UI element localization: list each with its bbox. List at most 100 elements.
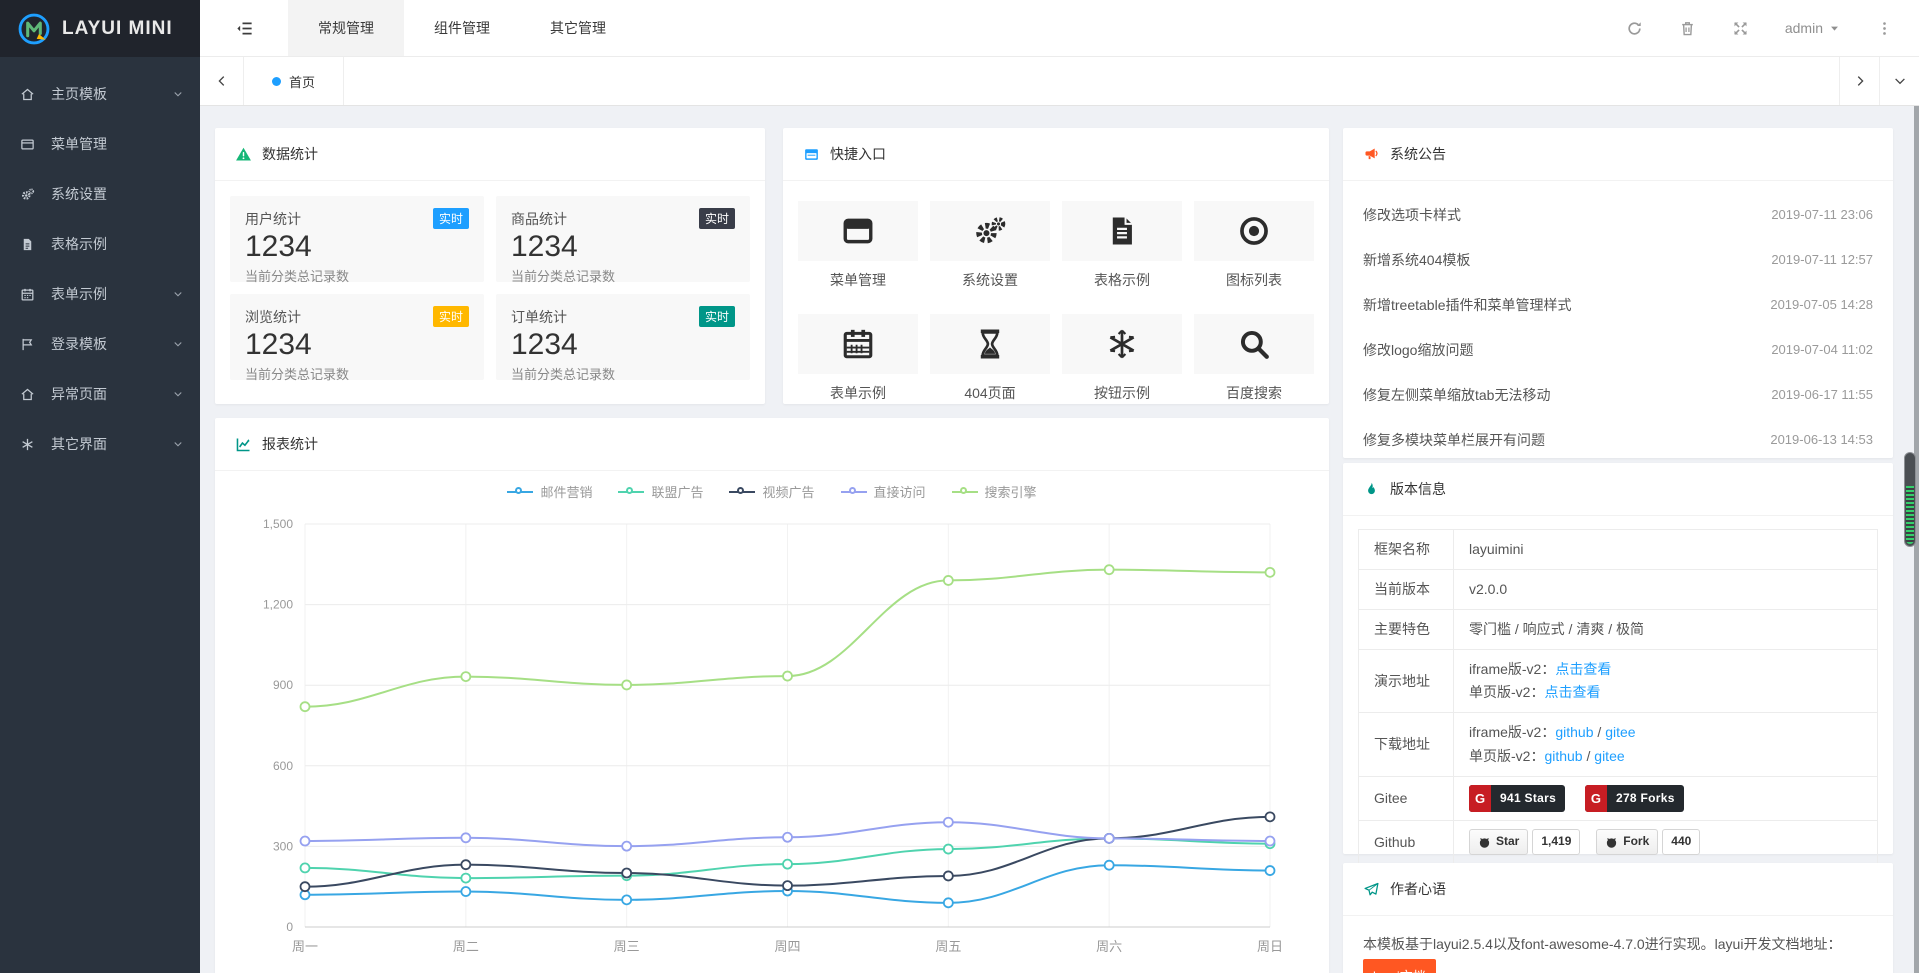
- quick-item-icons[interactable]: 图标列表: [1194, 201, 1314, 290]
- card-header: 版本信息: [1343, 463, 1893, 516]
- realtime-badge: 实时: [699, 208, 735, 229]
- version-row-label: 下载地址: [1359, 713, 1454, 776]
- window-restore-icon: [803, 146, 820, 163]
- gitee-icon: G: [1585, 785, 1607, 813]
- notice-item[interactable]: 新增treetable插件和菜单管理样式2019-07-05 14:28: [1363, 282, 1873, 327]
- chevron-down-icon: [172, 288, 184, 300]
- flag-icon: [20, 337, 44, 352]
- sidebar-item-error-pages[interactable]: 异常页面: [0, 369, 200, 419]
- quick-item-baidu-search[interactable]: 百度搜索: [1194, 314, 1314, 403]
- header-tab-other[interactable]: 其它管理: [520, 0, 636, 56]
- demo-link[interactable]: 点击查看: [1544, 684, 1600, 700]
- version-row-value: iframe版-v2：github / gitee 单页版-v2：github …: [1454, 713, 1878, 776]
- home-icon: [20, 87, 44, 102]
- svg-text:300: 300: [273, 839, 293, 853]
- realtime-badge: 实时: [433, 208, 469, 229]
- stat-box-goods[interactable]: 商品统计实时 1234 当前分类总记录数: [496, 196, 750, 282]
- main-content: 数据统计 用户统计实时 1234 当前分类总记录数 商品统计实时 1234 当前…: [200, 106, 1919, 973]
- more-vertical-icon[interactable]: [1876, 20, 1893, 37]
- svg-text:1,500: 1,500: [263, 517, 293, 531]
- download-link[interactable]: github: [1544, 748, 1582, 764]
- sidebar: LAYUI MINI 主页模板 菜单管理 系统设置 表格示例 表单示例 登录模板: [0, 0, 200, 973]
- download-link[interactable]: gitee: [1605, 724, 1635, 740]
- sidebar-menu: 主页模板 菜单管理 系统设置 表格示例 表单示例 登录模板 异常页面: [0, 57, 200, 469]
- user-dropdown[interactable]: admin: [1785, 20, 1840, 36]
- quick-item-form[interactable]: 表单示例: [798, 314, 918, 403]
- github-fork-button[interactable]: Fork: [1596, 829, 1658, 855]
- stat-box-orders[interactable]: 订单统计实时 1234 当前分类总记录数: [496, 294, 750, 380]
- notice-item[interactable]: 修复多模块菜单栏展开有问题2019-06-13 14:53: [1363, 417, 1873, 462]
- card-title: 版本信息: [1390, 479, 1446, 499]
- page-tabbar: 首页: [200, 57, 1919, 106]
- sidebar-item-system-settings[interactable]: 系统设置: [0, 169, 200, 219]
- notice-item[interactable]: 修复左侧菜单缩放tab无法移动2019-06-17 11:55: [1363, 372, 1873, 417]
- card-header: 作者心语: [1343, 863, 1893, 916]
- trash-icon[interactable]: [1679, 20, 1696, 37]
- card-title: 数据统计: [262, 144, 318, 164]
- tab-home-label: 首页: [289, 72, 315, 91]
- sidebar-item-menu-manage[interactable]: 菜单管理: [0, 119, 200, 169]
- chevron-down-icon: [172, 438, 184, 450]
- sidebar-item-home-template[interactable]: 主页模板: [0, 69, 200, 119]
- notice-item[interactable]: 修改logo缩放问题2019-07-04 11:02: [1363, 327, 1873, 372]
- header-tab-components[interactable]: 组件管理: [404, 0, 520, 56]
- quick-item-menu[interactable]: 菜单管理: [798, 201, 918, 290]
- file-icon: [20, 237, 44, 252]
- sidebar-item-label: 系统设置: [51, 184, 107, 204]
- stat-label: 订单统计: [511, 307, 567, 327]
- stat-value: 1234: [511, 328, 735, 361]
- sidebar-item-form-demo[interactable]: 表单示例: [0, 269, 200, 319]
- svg-text:周六: 周六: [1096, 939, 1122, 954]
- version-row-label: 当前版本: [1359, 570, 1454, 610]
- demo-link[interactable]: 点击查看: [1555, 661, 1611, 677]
- version-row-label: 演示地址: [1359, 650, 1454, 713]
- stat-caption: 当前分类总记录数: [245, 266, 469, 285]
- github-star-count[interactable]: 1,419: [1532, 829, 1580, 855]
- quick-item-404[interactable]: 404页面: [930, 314, 1050, 403]
- stat-box-users[interactable]: 用户统计实时 1234 当前分类总记录数: [230, 196, 484, 282]
- quick-grid: 菜单管理 系统设置 表格示例 图标列表 表单示例 404页面: [783, 181, 1329, 423]
- stat-caption: 当前分类总记录数: [511, 364, 735, 383]
- scrollbar-thumb[interactable]: [1904, 452, 1916, 547]
- header-tab-general[interactable]: 常规管理: [288, 0, 404, 56]
- gitee-stars-badge[interactable]: G941 Stars: [1469, 785, 1565, 813]
- paper-plane-icon: [1363, 881, 1380, 898]
- version-row-label: 框架名称: [1359, 530, 1454, 570]
- stat-box-views[interactable]: 浏览统计实时 1234 当前分类总记录数: [230, 294, 484, 380]
- version-table: 框架名称 layuimini 当前版本 v2.0.0 主要特色 零门槛 / 响应…: [1358, 529, 1878, 864]
- tab-home[interactable]: 首页: [244, 57, 344, 105]
- card-title: 快捷入口: [830, 144, 886, 164]
- card-quick-entry: 快捷入口 菜单管理 系统设置 表格示例 图标列表 表单示例: [783, 128, 1329, 404]
- tab-scroll-right-button[interactable]: [1839, 57, 1879, 105]
- svg-text:周四: 周四: [774, 939, 800, 954]
- version-row-value: layuimini: [1454, 530, 1878, 570]
- svg-text:0: 0: [286, 920, 293, 934]
- sidebar-item-other-pages[interactable]: 其它界面: [0, 419, 200, 469]
- fullscreen-icon[interactable]: [1732, 20, 1749, 37]
- sidebar-toggle-icon[interactable]: [200, 0, 288, 56]
- refresh-icon[interactable]: [1626, 20, 1643, 37]
- gitee-forks-badge[interactable]: G278 Forks: [1585, 785, 1684, 813]
- quick-item-settings[interactable]: 系统设置: [930, 201, 1050, 290]
- app-title: LAYUI MINI: [62, 18, 173, 40]
- sidebar-item-table-demo[interactable]: 表格示例: [0, 219, 200, 269]
- github-fork-count[interactable]: 440: [1662, 829, 1700, 855]
- chevron-left-icon: [215, 74, 229, 88]
- github-star-button[interactable]: Star: [1469, 829, 1528, 855]
- sidebar-item-login-template[interactable]: 登录模板: [0, 319, 200, 369]
- card-header: 系统公告: [1343, 128, 1893, 181]
- download-link[interactable]: github: [1555, 724, 1593, 740]
- svg-text:900: 900: [273, 678, 293, 692]
- author-line1: 本模板基于layui2.5.4以及font-awesome-4.7.0进行实现。…: [1363, 936, 1841, 952]
- tab-scroll-left-button[interactable]: [200, 57, 244, 105]
- tab-operations-button[interactable]: [1879, 57, 1919, 105]
- svg-text:周二: 周二: [453, 939, 479, 954]
- layui-doc-button[interactable]: layui文档: [1363, 959, 1436, 973]
- download-link[interactable]: gitee: [1594, 748, 1624, 764]
- logo[interactable]: LAYUI MINI: [0, 0, 200, 57]
- quick-item-table[interactable]: 表格示例: [1062, 201, 1182, 290]
- notice-item[interactable]: 修改选项卡样式2019-07-11 23:06: [1363, 192, 1873, 237]
- notice-item[interactable]: 新增系统404模板2019-07-11 12:57: [1363, 237, 1873, 282]
- quick-item-buttons[interactable]: 按钮示例: [1062, 314, 1182, 403]
- svg-text:周三: 周三: [614, 939, 640, 954]
